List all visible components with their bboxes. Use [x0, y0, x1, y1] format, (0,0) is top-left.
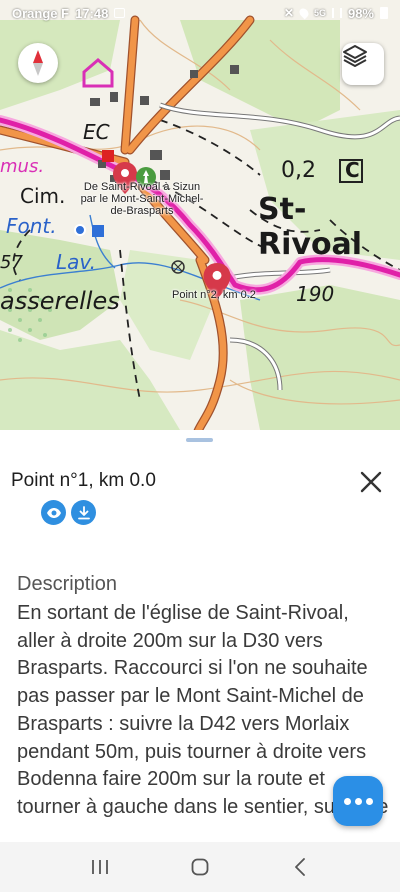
- eye-icon: [46, 507, 61, 518]
- signal-icon: [331, 8, 342, 18]
- download-icon: [77, 505, 90, 519]
- home-icon: [191, 858, 209, 876]
- close-icon: [360, 471, 382, 493]
- back-button[interactable]: [280, 847, 320, 887]
- compass-button[interactable]: [18, 43, 58, 83]
- back-icon: [295, 858, 305, 876]
- more-icon: [343, 797, 351, 805]
- point-2-label: Point n°2, km 0.2: [172, 289, 256, 301]
- layers-icon: [343, 45, 367, 67]
- recent-apps-button[interactable]: [80, 847, 120, 887]
- view-button[interactable]: [41, 500, 66, 525]
- description-label: Description: [17, 573, 118, 595]
- place-57: 57: [0, 252, 23, 273]
- recent-apps-icon: [92, 860, 108, 874]
- route-name-label: De Saint-Rivoal à Sizun par le Mont-Sain…: [80, 181, 204, 217]
- battery-label: 98%: [347, 5, 374, 21]
- close-button[interactable]: [355, 466, 387, 498]
- place-distance: 0,2: [281, 158, 316, 183]
- place-cim: Cim.: [20, 184, 66, 208]
- more-actions-button[interactable]: [333, 776, 383, 826]
- status-bar: Orange F 17:48 ✕ 5G 98%: [0, 0, 400, 26]
- sheet-drag-handle[interactable]: [186, 438, 213, 442]
- location-icon: [297, 6, 311, 20]
- place-ec: EC: [83, 120, 110, 144]
- layers-button[interactable]: [342, 43, 384, 85]
- gallery-notification-icon: [114, 8, 126, 18]
- mute-icon: ✕: [283, 6, 294, 20]
- place-mus: mus.: [0, 156, 45, 177]
- battery-icon: [380, 7, 388, 19]
- place-st-rivoal: St-Rivoal: [258, 192, 363, 262]
- place-height-190: 190: [296, 282, 335, 306]
- home-button[interactable]: [180, 847, 220, 887]
- network-label: 5G: [313, 8, 326, 18]
- place-c-marker: C: [345, 158, 360, 182]
- more-icon-dot: [354, 797, 362, 805]
- more-icon-dot: [365, 797, 373, 805]
- time-label: 17:48: [75, 5, 109, 21]
- map-view[interactable]: St-Rivoal 0,2 C EC mus. Cim. Font. Lav. …: [0, 0, 400, 430]
- download-button[interactable]: [71, 500, 96, 525]
- carrier-label: Orange F: [12, 5, 70, 21]
- system-nav-bar: [0, 842, 400, 892]
- compass-icon: [33, 50, 43, 76]
- place-lav: Lav.: [56, 250, 96, 274]
- place-font: Font.: [6, 214, 57, 238]
- place-passerelles: asserelles: [0, 287, 120, 315]
- sheet-title: Point n°1, km 0.0: [11, 470, 156, 491]
